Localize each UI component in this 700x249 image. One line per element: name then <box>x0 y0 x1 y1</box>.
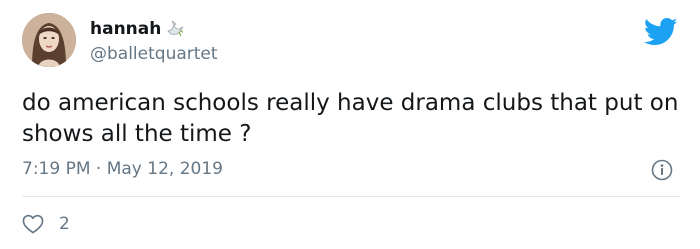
info-icon[interactable] <box>651 159 673 181</box>
tweet-text: do american schools really have drama cl… <box>22 90 679 147</box>
twitter-bird-icon[interactable] <box>644 17 678 47</box>
author-handle[interactable]: @balletquartet <box>90 44 218 64</box>
tweet-timestamp[interactable]: 7:19 PM · May 12, 2019 <box>22 159 223 179</box>
display-name[interactable]: hannah <box>90 19 161 39</box>
author-name-row[interactable]: hannah <box>90 17 185 41</box>
tweet-card: hannah @balletquartet do american school… <box>0 0 700 249</box>
heart-icon <box>22 214 44 234</box>
avatar-image <box>22 13 76 67</box>
avatar[interactable] <box>22 13 76 67</box>
dove-emoji-icon <box>165 19 185 39</box>
like-count: 2 <box>59 214 70 234</box>
like-button[interactable]: 2 <box>22 214 70 234</box>
divider <box>22 196 680 197</box>
